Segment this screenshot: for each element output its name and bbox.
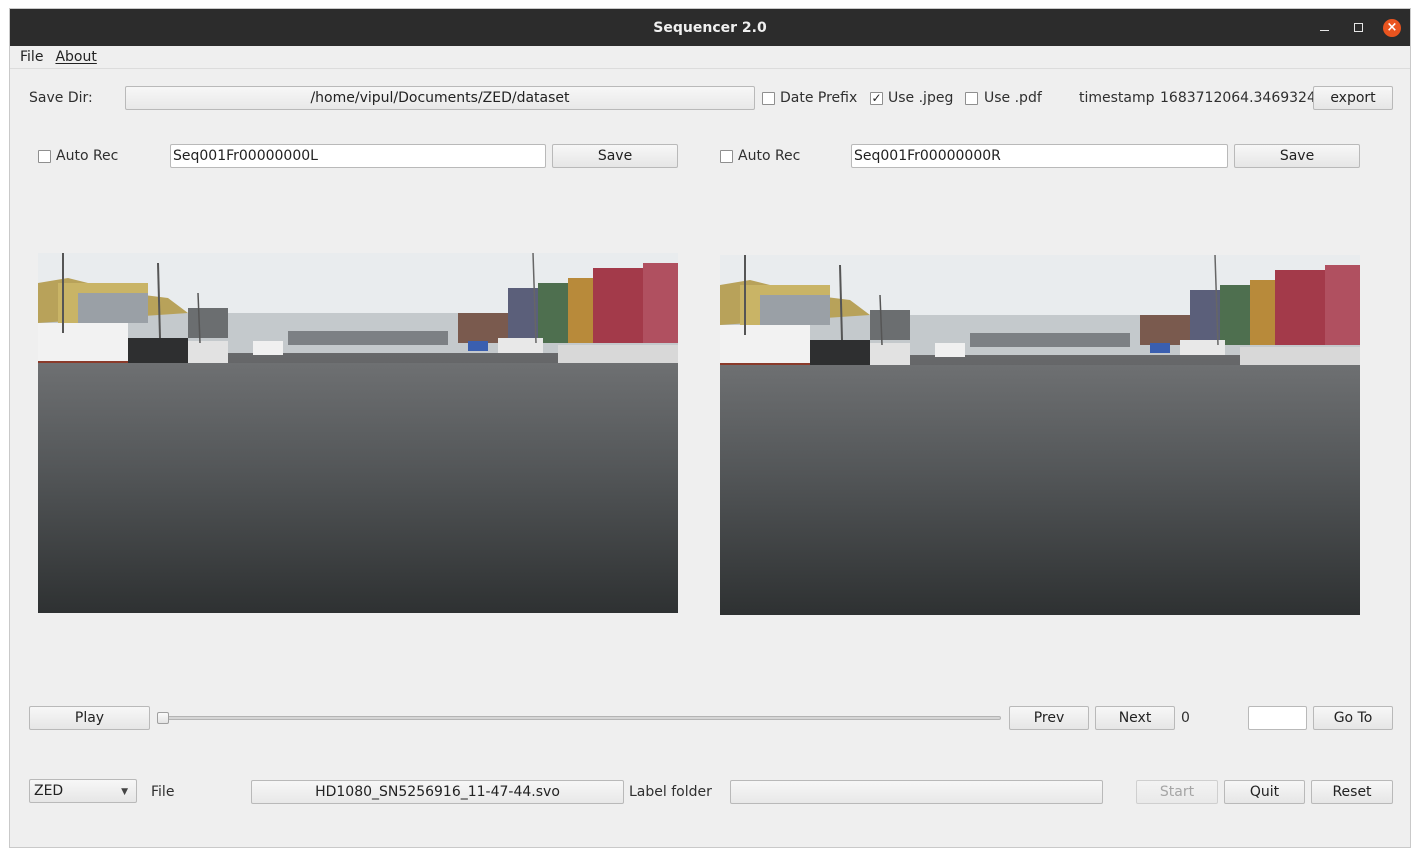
close-icon: × [1383,18,1401,37]
minimize-icon [1319,30,1329,31]
left-camera-view [38,253,678,613]
left-harbor-image [38,253,678,613]
date-prefix-checkbox[interactable] [762,92,775,105]
goto-button[interactable]: Go To [1313,706,1393,730]
save-dir-field[interactable] [125,86,755,110]
save-dir-label: Save Dir: [29,90,93,106]
right-harbor-image [720,255,1360,615]
next-button[interactable]: Next [1095,706,1175,730]
label-folder-field[interactable] [730,780,1103,804]
left-auto-rec-label: Auto Rec [56,148,119,164]
use-jpeg-label: Use .jpeg [888,90,954,106]
left-save-button[interactable]: Save [552,144,678,168]
right-camera-view [720,255,1360,615]
export-button[interactable]: export [1313,86,1393,110]
right-auto-rec-checkbox[interactable] [720,150,733,163]
frame-slider-track[interactable] [163,716,1001,720]
menu-about[interactable]: About [49,49,102,65]
left-name-field[interactable] [170,144,546,168]
title-bar[interactable]: Sequencer 2.0 × [10,9,1410,46]
close-button[interactable]: × [1382,9,1402,46]
file-field[interactable] [251,780,624,804]
maximize-button[interactable] [1348,9,1368,46]
timestamp-label: timestamp [1079,90,1155,106]
right-name-field[interactable] [851,144,1228,168]
prev-button[interactable]: Prev [1009,706,1089,730]
menu-bar: File About [10,46,1410,69]
right-auto-rec-label: Auto Rec [738,148,801,164]
menu-file[interactable]: File [14,49,49,65]
goto-frame-field[interactable] [1248,706,1307,730]
left-auto-rec-checkbox[interactable] [38,150,51,163]
frame-slider-handle[interactable] [157,712,169,724]
app-window: Sequencer 2.0 × File About Save Dir: Dat… [9,8,1411,848]
file-label: File [151,784,175,800]
reset-button[interactable]: Reset [1311,780,1393,804]
use-pdf-label: Use .pdf [984,90,1042,106]
start-button[interactable]: Start [1136,780,1218,804]
minimize-button[interactable] [1314,9,1334,46]
frame-number: 0 [1181,710,1190,726]
timestamp-value: 1683712064.3469324 [1160,90,1316,106]
use-pdf-checkbox[interactable] [965,92,978,105]
chevron-down-icon: ▼ [121,787,128,797]
right-save-button[interactable]: Save [1234,144,1360,168]
label-folder-label: Label folder [629,784,712,800]
quit-button[interactable]: Quit [1224,780,1305,804]
source-select[interactable]: ZED ▼ [29,779,137,803]
play-button[interactable]: Play [29,706,150,730]
use-jpeg-checkbox[interactable]: ✓ [870,92,883,105]
source-select-value: ZED [34,783,64,799]
window-title: Sequencer 2.0 [653,19,767,36]
maximize-icon [1353,23,1363,32]
date-prefix-label: Date Prefix [780,90,858,106]
